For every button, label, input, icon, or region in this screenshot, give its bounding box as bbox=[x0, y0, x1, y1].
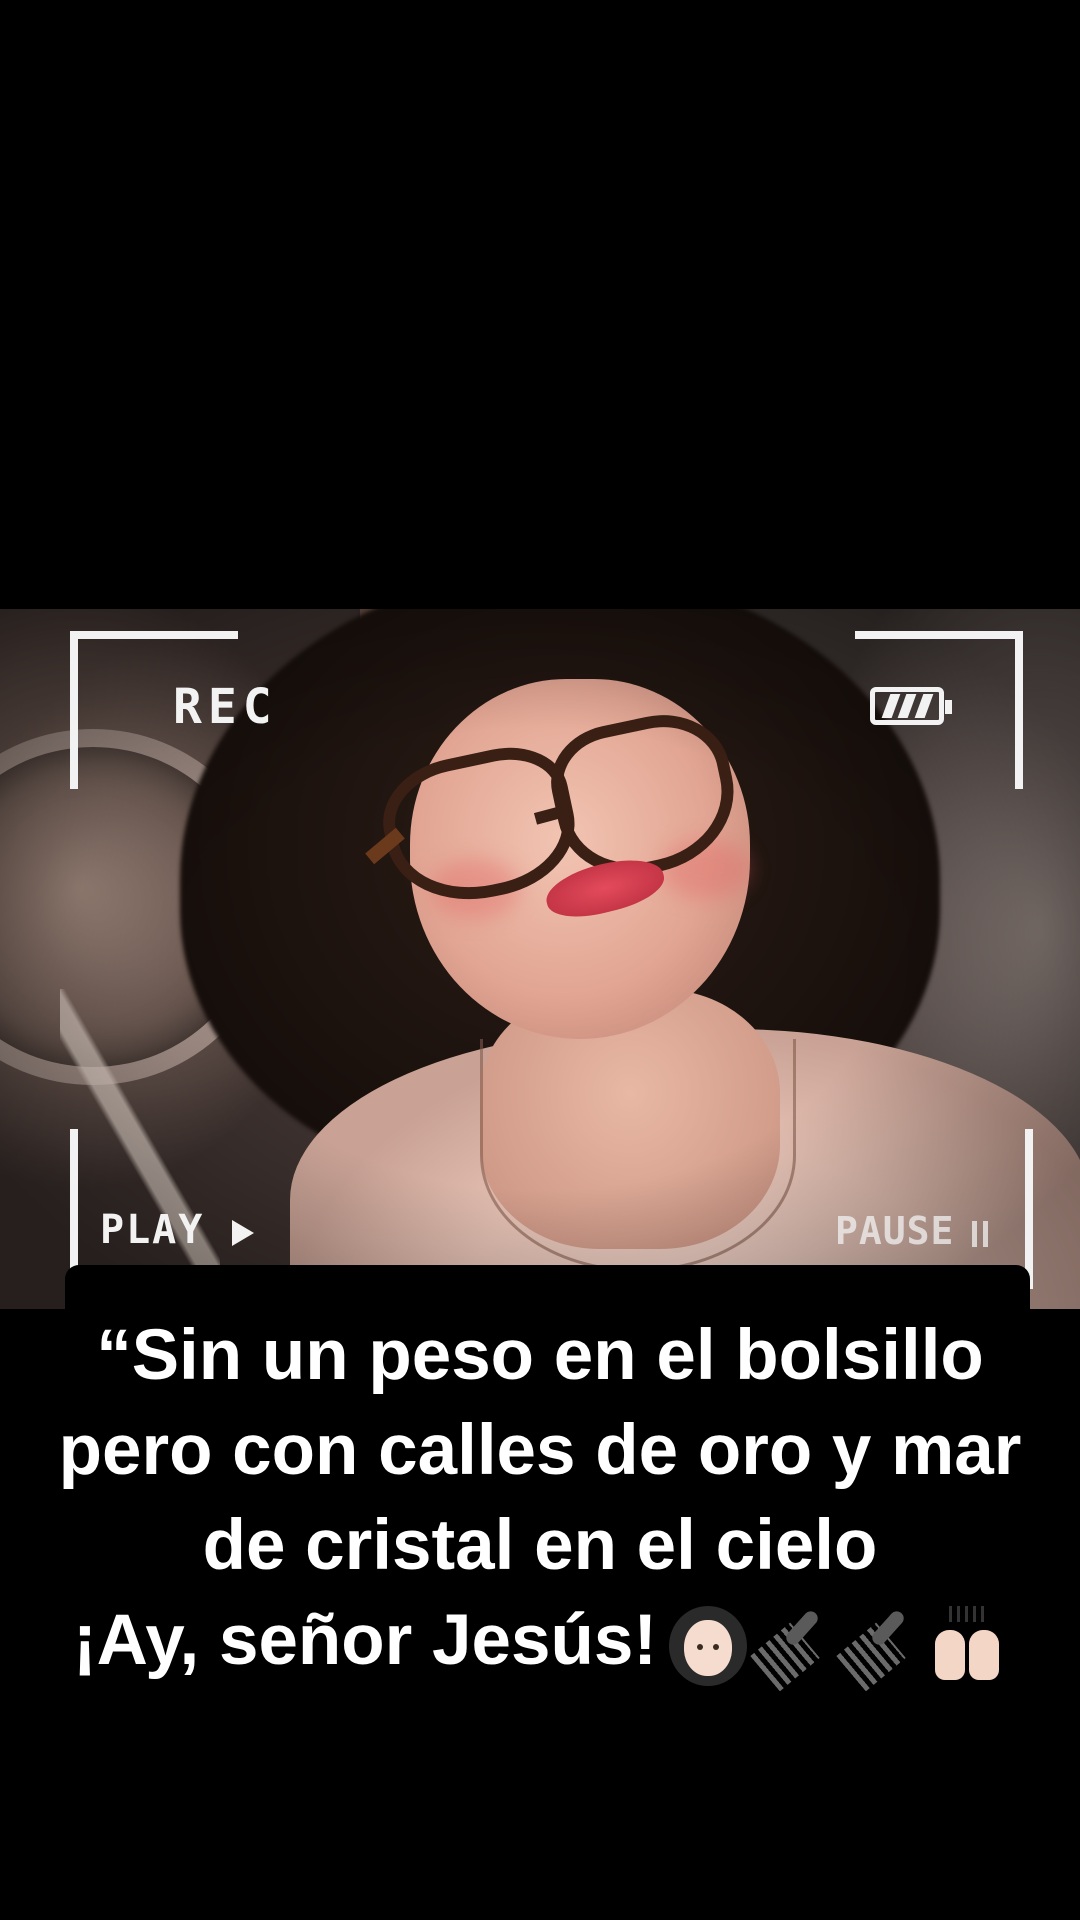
hair-pick-icon bbox=[750, 1604, 835, 1692]
raising-hands-icon bbox=[925, 1604, 1007, 1686]
caption-line: pero con calles de oro y mar bbox=[58, 1411, 1022, 1490]
caption-text: “Sin un peso en el bolsillo pero con cal… bbox=[0, 1308, 1080, 1692]
pause-label: PAUSE bbox=[835, 1209, 955, 1253]
caption-line: “Sin un peso en el bolsillo bbox=[96, 1316, 984, 1395]
caption-line: ¡Ay, señor Jesús! bbox=[73, 1601, 657, 1680]
battery-icon bbox=[870, 687, 952, 725]
hair-pick-icon bbox=[836, 1604, 921, 1692]
emoji-group bbox=[667, 1604, 1007, 1692]
rec-label: REC bbox=[173, 679, 278, 735]
woman-curly-hair-icon bbox=[667, 1604, 749, 1687]
play-icon bbox=[232, 1220, 254, 1246]
video-frame[interactable]: REC PLAY PAUSE bbox=[0, 609, 1080, 1309]
play-label: PLAY bbox=[100, 1207, 205, 1253]
caption-last-line: ¡Ay, señor Jesús! bbox=[0, 1593, 1080, 1692]
caption-line: de cristal en el cielo bbox=[202, 1506, 878, 1585]
pause-icon bbox=[972, 1221, 988, 1247]
